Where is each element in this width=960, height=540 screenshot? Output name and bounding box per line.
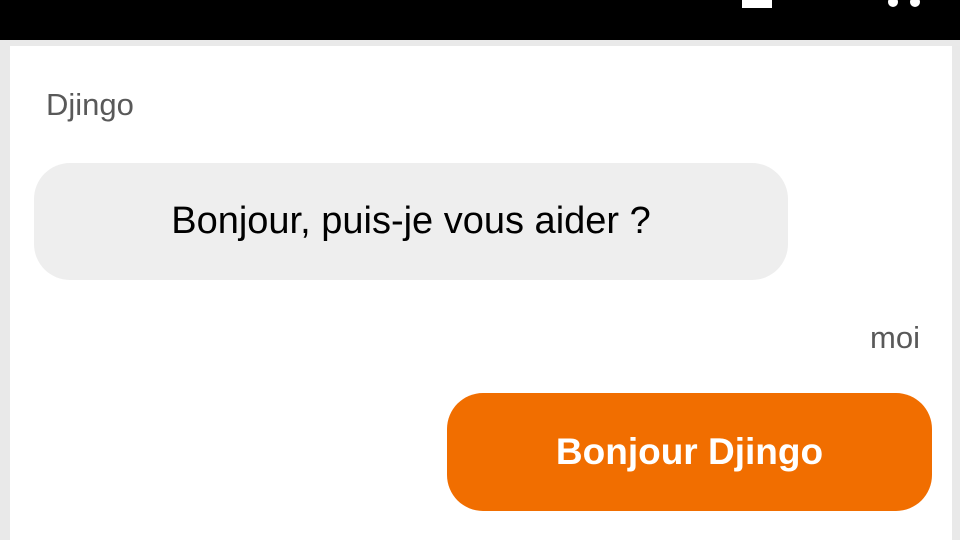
more-icon[interactable] bbox=[880, 0, 940, 8]
frame-border-left bbox=[0, 40, 10, 540]
header-title-fragment: ▪ ▫ bbox=[40, 0, 160, 6]
chat-window: ▪ ▫ Djingo Bonjour, puis-je vous aider ?… bbox=[0, 0, 960, 540]
bot-message-bubble: Bonjour, puis-je vous aider ? bbox=[34, 163, 788, 280]
more-dot bbox=[888, 0, 898, 7]
bot-sender-label: Djingo bbox=[46, 87, 134, 122]
chat-header: ▪ ▫ bbox=[0, 0, 960, 40]
minimize-icon[interactable] bbox=[742, 0, 772, 8]
user-message-bubble[interactable]: Bonjour Djingo bbox=[447, 393, 932, 511]
user-sender-label: moi bbox=[870, 320, 920, 355]
frame-border-right bbox=[952, 40, 960, 540]
more-dot bbox=[910, 0, 920, 7]
